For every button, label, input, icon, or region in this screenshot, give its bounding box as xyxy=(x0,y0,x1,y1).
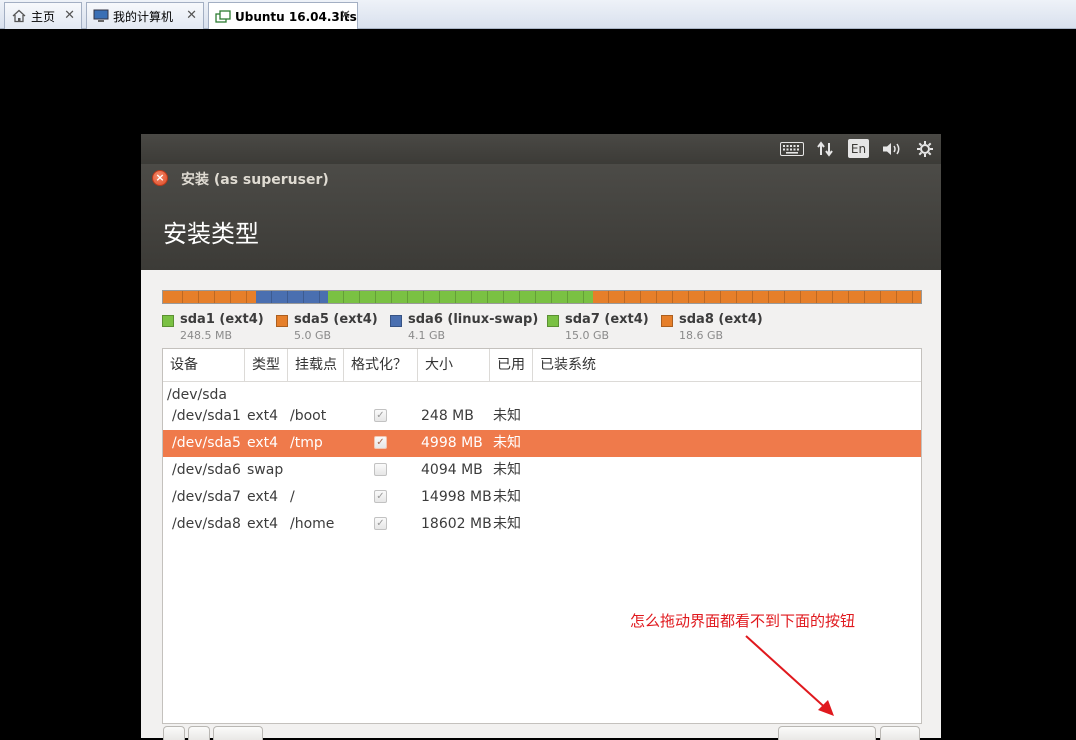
table-row[interactable]: /dev/sda6 swap 4094 MB 未知 xyxy=(163,457,921,484)
legend-name: sda5 (ext4) xyxy=(294,312,378,327)
annotation-text: 怎么拖动界面都看不到下面的按钮 xyxy=(630,612,856,630)
format-checkbox[interactable]: ✓ xyxy=(374,436,387,449)
format-checkbox[interactable]: ✓ xyxy=(374,409,387,422)
cell-mount: /tmp xyxy=(290,435,323,451)
partition-legend: sda1 (ext4) 248.5 MB sda5 (ext4) 5.0 GB … xyxy=(162,312,932,342)
cell-used: 未知 xyxy=(493,408,521,424)
table-row-selected[interactable]: /dev/sda5 ext4 /tmp ✓ 4998 MB 未知 xyxy=(163,430,921,457)
cell-used: 未知 xyxy=(493,435,521,451)
legend-size: 18.6 GB xyxy=(679,329,724,342)
tab-ubuntu-vm[interactable]: Ubuntu 16.04.3lts ✕ xyxy=(208,2,358,30)
cell-device: /dev/sda6 xyxy=(172,462,241,478)
legend-size: 248.5 MB xyxy=(180,329,233,342)
cell-type: ext4 xyxy=(247,516,279,532)
home-icon xyxy=(11,9,27,23)
tab-home[interactable]: 主页 ✕ xyxy=(4,2,82,29)
close-icon[interactable]: × xyxy=(152,170,168,186)
computer-icon xyxy=(93,9,109,23)
legend-size: 5.0 GB xyxy=(294,329,332,342)
volume-icon[interactable] xyxy=(880,139,904,159)
column-header-type[interactable]: 类型 xyxy=(245,349,288,382)
tab-close-icon[interactable]: ✕ xyxy=(186,8,197,23)
settings-gear-icon[interactable] xyxy=(915,139,935,159)
column-header-installed-system[interactable]: 已装系统 xyxy=(533,349,921,382)
partition-segment-sda8 xyxy=(592,291,921,303)
legend-swatch xyxy=(547,315,559,327)
legend-size: 4.1 GB xyxy=(408,329,446,342)
table-row[interactable]: /dev/sda1 ext4 /boot ✓ 248 MB 未知 xyxy=(163,403,921,430)
cell-device: /dev/sda8 xyxy=(172,516,241,532)
legend-swatch xyxy=(162,315,174,327)
cell-used: 未知 xyxy=(493,516,521,532)
cell-mount: /boot xyxy=(290,408,327,424)
table-row[interactable]: /dev/sda7 ext4 / ✓ 14998 MB 未知 xyxy=(163,484,921,511)
network-transfer-icon[interactable] xyxy=(815,139,835,159)
column-header-used[interactable]: 已用 xyxy=(490,349,533,382)
legend-name: sda8 (ext4) xyxy=(679,312,763,327)
table-row[interactable]: /dev/sda8 ext4 /home ✓ 18602 MB 未知 xyxy=(163,511,921,538)
column-header-mount[interactable]: 挂载点 xyxy=(288,349,344,382)
cell-used: 未知 xyxy=(493,462,521,478)
column-header-device[interactable]: 设备 xyxy=(163,349,245,382)
legend-name: sda6 (linux-swap) xyxy=(408,312,539,327)
format-checkbox[interactable]: ✓ xyxy=(374,490,387,503)
window-titlebar: × 安装 (as superuser) 安装类型 xyxy=(141,164,941,270)
cell-mount: / xyxy=(290,489,295,505)
cell-used: 未知 xyxy=(493,489,521,505)
partition-segment-sda7 xyxy=(327,291,593,303)
partition-segment-sda6 xyxy=(255,291,328,303)
cell-device: /dev/sda1 xyxy=(172,408,241,424)
legend-swatch xyxy=(276,315,288,327)
format-checkbox[interactable] xyxy=(374,463,387,476)
cell-size: 4998 MB xyxy=(421,435,483,451)
cell-type: ext4 xyxy=(247,435,279,451)
legend-swatch xyxy=(661,315,673,327)
ubuntu-top-panel: En xyxy=(141,134,941,164)
legend-name: sda1 (ext4) xyxy=(180,312,264,327)
legend-size: 15.0 GB xyxy=(565,329,610,342)
tab-close-icon[interactable]: ✕ xyxy=(340,8,351,23)
keyboard-layout-indicator[interactable]: En xyxy=(848,139,869,158)
partition-segment-sda5 xyxy=(167,291,256,303)
cell-type: swap xyxy=(247,462,284,478)
cell-device: /dev/sda5 xyxy=(172,435,241,451)
legend-name: sda7 (ext4) xyxy=(565,312,649,327)
column-header-format[interactable]: 格式化？ xyxy=(344,349,418,382)
cell-size: 18602 MB xyxy=(421,516,492,532)
table-header: 设备 类型 挂载点 格式化？ 大小 已用 已装系统 xyxy=(163,349,921,382)
tab-label: Ubuntu 16.04.3lts xyxy=(235,9,357,24)
cell-size: 4094 MB xyxy=(421,462,483,478)
tab-my-computer[interactable]: 我的计算机 ✕ xyxy=(86,2,204,29)
keyboard-icon[interactable] xyxy=(779,139,805,159)
partition-bar xyxy=(162,290,922,304)
tab-label: 主页 xyxy=(31,9,56,24)
vm-icon xyxy=(215,9,231,24)
cell-type: ext4 xyxy=(247,408,279,424)
window-title: 安装 (as superuser) xyxy=(181,172,329,188)
tab-label: 我的计算机 xyxy=(113,9,174,24)
annotation-arrow-icon xyxy=(745,635,834,716)
tab-close-icon[interactable]: ✕ xyxy=(64,8,75,23)
column-header-size[interactable]: 大小 xyxy=(418,349,490,382)
format-checkbox[interactable]: ✓ xyxy=(374,517,387,530)
legend-swatch xyxy=(390,315,402,327)
cell-device: /dev/sda7 xyxy=(172,489,241,505)
vmware-tab-bar: 主页 ✕ 我的计算机 ✕ Ubuntu 16.04.3lts ✕ xyxy=(0,0,1076,30)
cell-size: 248 MB xyxy=(421,408,474,424)
cell-type: ext4 xyxy=(247,489,279,505)
cell-size: 14998 MB xyxy=(421,489,492,505)
cell-mount: /home xyxy=(290,516,335,532)
page-title: 安装类型 xyxy=(163,220,259,248)
